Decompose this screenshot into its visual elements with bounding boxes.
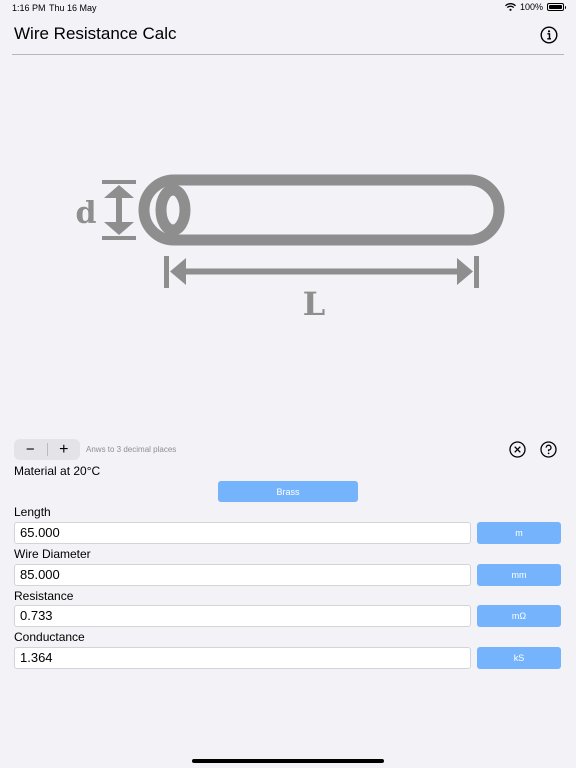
status-bar: 1:16 PM Thu 16 May 100% [0, 0, 576, 16]
info-icon[interactable] [540, 26, 558, 44]
battery-percent: 100% [519, 2, 543, 12]
home-indicator[interactable] [192, 759, 384, 763]
precision-text: Anws to 3 decimal places [86, 445, 177, 454]
wire-shape [138, 174, 505, 246]
increment-button[interactable]: + [47, 439, 80, 460]
diameter-label: Wire Diameter [14, 547, 91, 561]
length-label: L [303, 285, 326, 323]
page-title: Wire Resistance Calc [14, 24, 177, 43]
status-time: 1:16 PM [12, 3, 46, 13]
nav-divider [12, 54, 564, 55]
wifi-icon [505, 3, 516, 11]
length-label: Length [14, 505, 51, 519]
status-indicators: 100% [505, 2, 566, 12]
diameter-label: d [76, 196, 97, 231]
battery-level [549, 5, 562, 9]
clear-icon[interactable] [509, 441, 526, 458]
wire-diagram: d L [76, 174, 505, 323]
diameter-arrow [102, 180, 136, 240]
material-label: Material at 20°C [14, 464, 101, 478]
material-select-button[interactable]: Brass [218, 481, 358, 502]
conductance-unit-button[interactable]: kS [477, 647, 561, 669]
resistance-unit-button[interactable]: mΩ [477, 605, 561, 627]
plus-icon: + [59, 440, 69, 458]
conductance-label: Conductance [14, 630, 85, 644]
app-screen: 1:16 PM Thu 16 May 100% Wire Resistance … [0, 0, 576, 768]
help-icon[interactable] [540, 441, 557, 458]
resistance-label: Resistance [14, 589, 74, 603]
battery-icon [547, 3, 566, 11]
conductance-input[interactable]: 1.364 [14, 647, 471, 669]
length-input[interactable]: 65.000 [14, 522, 471, 544]
diameter-input[interactable]: 85.000 [14, 564, 471, 586]
precision-stepper[interactable]: − + [14, 439, 80, 460]
status-date: Thu 16 May [49, 3, 97, 13]
minus-icon: − [25, 441, 35, 458]
diameter-unit-button[interactable]: mm [477, 564, 561, 586]
length-arrow [164, 256, 479, 288]
length-unit-button[interactable]: m [477, 522, 561, 544]
resistance-input[interactable]: 0.733 [14, 605, 471, 627]
decrement-button[interactable]: − [14, 439, 47, 460]
